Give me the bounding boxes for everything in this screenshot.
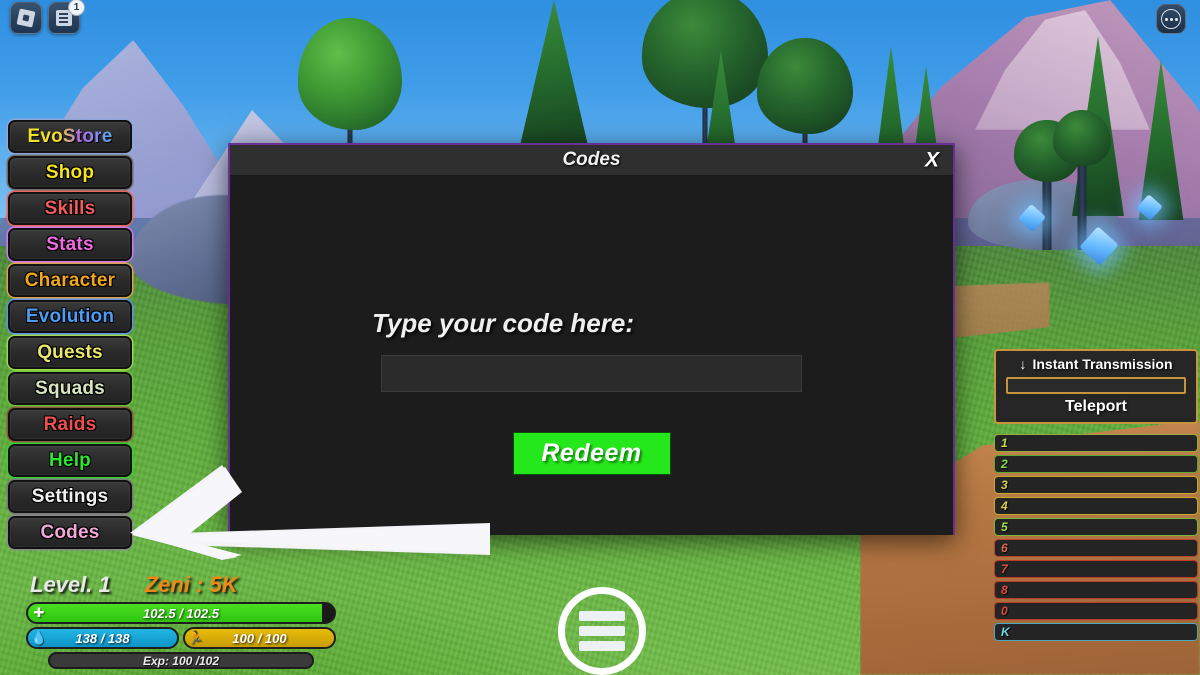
sidebar-item-skills[interactable]: Skills: [8, 192, 132, 225]
menu-bar-3: [579, 641, 625, 651]
ability-slot-key: 1: [1001, 436, 1008, 450]
stamina-value: 100 / 100: [232, 630, 287, 646]
ability-slots: 1 2 3 4 5 6 7 8 0 K: [994, 434, 1198, 641]
modal-title-bar: Codes X: [230, 145, 953, 176]
ability-slot-8[interactable]: 8: [994, 581, 1198, 599]
right-panel: ↓ Instant Transmission Teleport 1 2 3 4 5 6 7 8…: [994, 349, 1198, 644]
ability-slot-3[interactable]: 3: [994, 476, 1198, 494]
ability-slot-0[interactable]: 0: [994, 602, 1198, 620]
sidebar-item-label: EvoStore: [27, 125, 113, 147]
player-currency: Zeni : 5K: [144, 572, 238, 597]
instant-transmission-title: Instant Transmission: [1032, 356, 1173, 372]
sidebar-item-quests[interactable]: Quests: [8, 336, 132, 369]
instant-transmission-panel: ↓ Instant Transmission Teleport: [994, 349, 1198, 424]
ability-slot-2[interactable]: 2: [994, 455, 1198, 473]
sidebar-item-raids[interactable]: Raids: [8, 408, 132, 441]
roblox-chat-button[interactable]: 1: [48, 0, 85, 34]
ki-bar: 💧 138 / 138: [26, 627, 179, 649]
ability-slot-5[interactable]: 5: [994, 518, 1198, 536]
exp-value: Exp: 100 /102: [142, 653, 220, 668]
sidebar-item-shop[interactable]: Shop: [8, 156, 132, 189]
down-arrow-icon: ↓: [1019, 356, 1027, 372]
more-options-icon: [1161, 9, 1181, 29]
ability-slot-1[interactable]: 1: [994, 434, 1198, 452]
sidebar-item-label: Codes: [40, 521, 100, 543]
ability-slot-key: 6: [1001, 541, 1008, 555]
sidebar-item-evolution[interactable]: Evolution: [8, 300, 132, 333]
roblox-home-button[interactable]: [10, 2, 42, 34]
menu-bar-1: [579, 611, 625, 621]
teleport-input[interactable]: [1006, 377, 1186, 394]
roblox-topbar: 1: [10, 0, 85, 34]
ability-slot-key: 8: [1001, 583, 1008, 597]
hud-secondary-bars: 💧 138 / 138 🏃 100 / 100: [26, 627, 336, 652]
sidebar-menu: EvoStore Shop Skills Stats Character Evolutio…: [8, 120, 132, 552]
ki-value: 138 / 138: [75, 630, 130, 646]
instant-transmission-header: ↓ Instant Transmission: [1003, 356, 1189, 372]
health-bar: ✚ 102.5 / 102.5: [26, 602, 336, 624]
code-prompt-label: Type your code here:: [372, 308, 634, 338]
teleport-label[interactable]: Teleport: [1003, 398, 1189, 416]
sidebar-item-help[interactable]: Help: [8, 444, 132, 477]
ability-slot-key: 3: [1001, 478, 1008, 492]
sidebar-item-character[interactable]: Character: [8, 264, 132, 297]
health-value: 102.5 / 102.5: [143, 605, 219, 621]
code-input[interactable]: [381, 355, 802, 392]
ability-slot-key: 5: [1001, 520, 1008, 534]
sidebar-item-label: Settings: [31, 485, 109, 507]
close-icon[interactable]: X: [925, 150, 939, 171]
redeem-button[interactable]: Redeem: [512, 432, 671, 475]
roblox-logo-icon: [16, 8, 36, 28]
player-level: Level. 1: [30, 572, 111, 597]
sidebar-item-label: Evolution: [25, 305, 115, 327]
ability-slot-key: K: [1001, 625, 1010, 639]
ability-slot-key: 7: [1001, 562, 1008, 576]
more-options-button[interactable]: [1156, 4, 1186, 34]
sidebar-item-stats[interactable]: Stats: [8, 228, 132, 261]
modal-title: Codes: [562, 149, 621, 170]
sidebar-item-label: Raids: [43, 413, 97, 435]
sidebar-item-label: Quests: [37, 341, 103, 363]
ability-slot-key: 4: [1001, 499, 1008, 513]
exp-bar: Exp: 100 /102: [48, 652, 314, 669]
ability-slot-4[interactable]: 4: [994, 497, 1198, 515]
sidebar-item-label: Help: [49, 449, 91, 471]
menu-bar-2: [579, 626, 625, 636]
ability-slot-key: 0: [1001, 604, 1008, 618]
tree: [1052, 110, 1112, 250]
sidebar-item-label: Squads: [35, 377, 105, 399]
sidebar-item-evostore[interactable]: EvoStore: [8, 120, 132, 153]
hud-top-row: Level. 1 Zeni : 5K: [26, 572, 336, 598]
sidebar-item-label: Skills: [44, 197, 96, 219]
sidebar-item-settings[interactable]: Settings: [8, 480, 132, 513]
sidebar-item-label: Stats: [46, 233, 94, 255]
game-screen: 1 EvoStore Shop Skills Stats Character Evolut…: [0, 0, 1200, 675]
ability-slot-K[interactable]: K: [994, 623, 1198, 641]
sidebar-item-label: Shop: [45, 161, 95, 183]
ability-slot-key: 2: [1001, 457, 1008, 471]
pointer-arrow-to-codes: [130, 445, 490, 560]
sidebar-item-label: Character: [24, 269, 116, 291]
sidebar-item-squads[interactable]: Squads: [8, 372, 132, 405]
ability-slot-6[interactable]: 6: [994, 539, 1198, 557]
hamburger-menu-button[interactable]: [558, 587, 646, 675]
stamina-bar: 🏃 100 / 100: [183, 627, 336, 649]
ability-slot-7[interactable]: 7: [994, 560, 1198, 578]
sidebar-item-codes[interactable]: Codes: [8, 516, 132, 549]
player-hud: Level. 1 Zeni : 5K ✚ 102.5 / 102.5 💧 138…: [26, 572, 336, 669]
